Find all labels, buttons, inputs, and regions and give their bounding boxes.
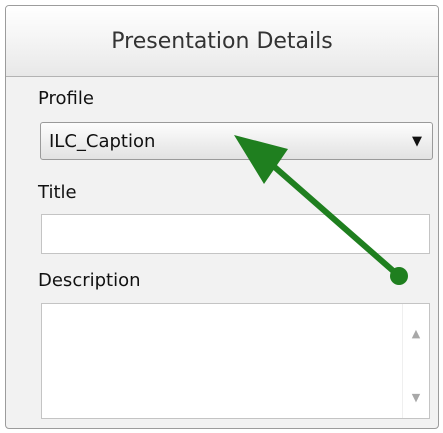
title-input[interactable] — [41, 214, 430, 254]
description-scrollbar[interactable]: ▲ ▼ — [402, 304, 429, 418]
description-label: Description — [38, 270, 141, 291]
screenshot-canvas: Presentation Details Profile ILC_Caption… — [0, 0, 443, 433]
panel-title: Presentation Details — [111, 28, 333, 54]
panel-header: Presentation Details — [6, 6, 438, 77]
description-textarea[interactable] — [42, 304, 402, 418]
scroll-down-arrow-icon[interactable]: ▼ — [403, 384, 429, 410]
description-field: ▲ ▼ — [41, 303, 430, 419]
scroll-up-arrow-icon[interactable]: ▲ — [403, 320, 429, 346]
dropdown-caret-icon[interactable]: ▼ — [402, 134, 432, 149]
profile-selected-value: ILC_Caption — [49, 130, 156, 152]
title-label: Title — [38, 182, 77, 203]
presentation-details-panel: Presentation Details Profile ILC_Caption… — [5, 5, 439, 429]
profile-label: Profile — [38, 88, 94, 109]
profile-dropdown[interactable]: ILC_Caption ▼ — [40, 122, 433, 160]
